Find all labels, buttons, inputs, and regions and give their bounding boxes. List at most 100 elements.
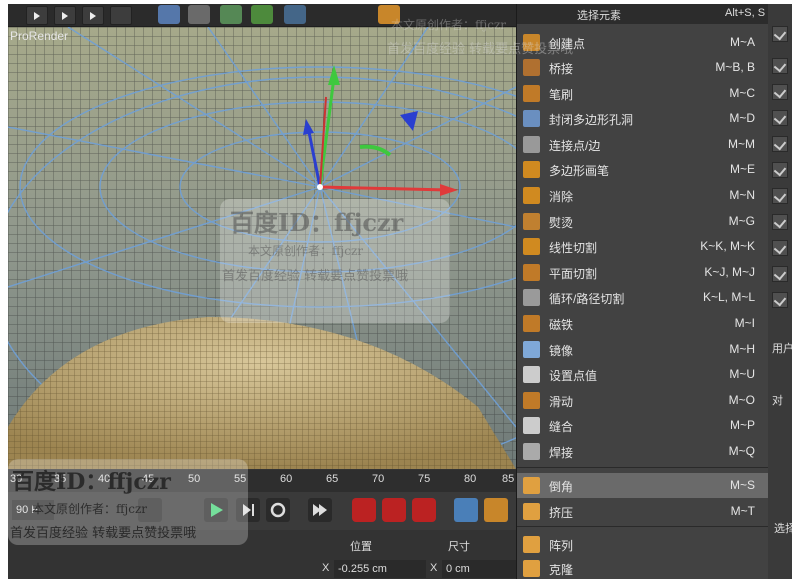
menu-item-label: 平面切割 <box>549 265 597 282</box>
menu-item-plane-cut[interactable]: 平面切割 K~J, M~J <box>517 260 769 285</box>
menu-item-label: 桥接 <box>549 60 573 77</box>
x-label: X <box>322 562 329 574</box>
checkbox-icon[interactable] <box>772 188 788 204</box>
render-settings-icon[interactable] <box>110 6 132 25</box>
menu-item-shortcut: M~N <box>729 188 755 202</box>
checkbox-icon[interactable] <box>772 136 788 152</box>
checkbox-icon[interactable] <box>772 214 788 230</box>
close-hole-icon <box>523 110 540 127</box>
render-icon[interactable] <box>82 6 104 25</box>
menu-item-shortcut: M~O <box>729 393 755 407</box>
side-label-user: 用户 <box>772 340 792 356</box>
menu-item-shortcut: M~B, B <box>715 60 755 74</box>
menu-item-shortcut: K~K, M~K <box>700 239 755 253</box>
menu-item-magnet[interactable]: 磁铁 M~I <box>517 311 769 336</box>
auto-key-icon[interactable] <box>382 498 406 522</box>
checkbox-icon[interactable] <box>772 84 788 100</box>
menu-item-label: 笔刷 <box>549 86 573 103</box>
tick-label: 60 <box>280 473 292 485</box>
menu-item-label: 挤压 <box>549 504 573 521</box>
menu-item-label: 创建点 <box>549 35 585 52</box>
extrude-icon <box>523 503 540 520</box>
menu-item-shortcut: K~J, M~J <box>704 265 755 279</box>
menu-separator <box>517 467 769 468</box>
checkbox-icon[interactable] <box>772 58 788 74</box>
viewport-title: ProRender <box>10 29 68 43</box>
menu-item-slide[interactable]: 滑动 M~O <box>517 388 769 413</box>
menu-header-shortcut: Alt+S, S <box>725 7 765 19</box>
menu-header-row[interactable]: 选择元素 Alt+S, S <box>517 4 769 24</box>
menu-item-label: 倒角 <box>549 478 573 495</box>
menu-item-set-point-value[interactable]: 设置点值 M~U <box>517 362 769 387</box>
loop-icon[interactable] <box>266 498 290 522</box>
size-x-field[interactable]: 0 cm <box>442 560 516 578</box>
menu-item-bridge[interactable]: 桥接 M~B, B <box>517 55 769 80</box>
menu-item-clone[interactable]: 克隆 <box>517 556 769 579</box>
scale-key-icon[interactable] <box>484 498 508 522</box>
cube-icon[interactable] <box>158 5 180 24</box>
menu-item-shortcut: M~I <box>735 316 755 330</box>
menu-item-shortcut: M~T <box>731 504 755 518</box>
menu-item-shortcut: M~P <box>730 418 755 432</box>
checkbox-icon[interactable] <box>772 110 788 126</box>
menu-item-brush[interactable]: 笔刷 M~C <box>517 81 769 106</box>
move-key-icon[interactable] <box>454 498 478 522</box>
tick-label: 75 <box>418 473 430 485</box>
menu-item-label: 消除 <box>549 188 573 205</box>
menu-item-polygon-pen[interactable]: 多边形画笔 M~E <box>517 157 769 182</box>
checkbox-icon[interactable] <box>772 292 788 308</box>
size-header: 尺寸 <box>448 538 470 554</box>
menu-header-label: 选择元素 <box>577 7 621 23</box>
menu-item-shortcut: M~D <box>729 111 755 125</box>
checkbox-icon[interactable] <box>772 240 788 256</box>
menu-item-loop-cut[interactable]: 循环/路径切割 K~L, M~L <box>517 285 769 310</box>
magnet-icon <box>523 315 540 332</box>
tick-label: 85 <box>502 473 514 485</box>
menu-item-dissolve[interactable]: 消除 M~N <box>517 183 769 208</box>
subdivision-icon[interactable] <box>220 5 242 24</box>
menu-item-label: 连接点/边 <box>549 137 600 154</box>
menu-item-label: 克隆 <box>549 561 573 578</box>
slide-icon <box>523 392 540 409</box>
checkbox-icon[interactable] <box>772 26 788 42</box>
menu-item-mirror[interactable]: 镜像 M~H <box>517 337 769 362</box>
menu-item-connect[interactable]: 连接点/边 M~M <box>517 132 769 157</box>
clone-icon <box>523 560 540 577</box>
menu-item-iron[interactable]: 熨烫 M~G <box>517 209 769 234</box>
menu-item-label: 多边形画笔 <box>549 162 609 179</box>
position-x-field[interactable]: -0.255 cm <box>334 560 426 578</box>
menu-item-create-point[interactable]: 创建点 M~A <box>517 30 769 55</box>
menu-item-label: 滑动 <box>549 393 573 410</box>
plane-cut-icon <box>523 264 540 281</box>
record-key-icon[interactable] <box>352 498 376 522</box>
generator-icon[interactable] <box>251 5 273 24</box>
watermark-panel <box>220 199 450 323</box>
deformer-icon[interactable] <box>284 5 306 24</box>
3d-viewport[interactable]: ProRender <box>8 27 516 469</box>
top-toolbar <box>8 4 516 27</box>
checkbox-icon[interactable] <box>772 162 788 178</box>
menu-item-label: 熨烫 <box>549 214 573 231</box>
render-view-icon[interactable] <box>54 6 76 25</box>
bridge-icon <box>523 59 540 76</box>
checkbox-icon[interactable] <box>772 266 788 282</box>
menu-item-close-hole[interactable]: 封闭多边形孔洞 M~D <box>517 106 769 131</box>
bevel-icon <box>523 477 540 494</box>
goto-end-icon[interactable] <box>308 498 332 522</box>
menu-item-label: 封闭多边形孔洞 <box>549 111 633 128</box>
size-x-label: X <box>430 562 437 574</box>
menu-item-knife[interactable]: 线性切割 K~K, M~K <box>517 234 769 259</box>
play-icon[interactable] <box>26 6 48 25</box>
create-point-icon <box>523 34 540 51</box>
mesh-context-menu: 选择元素 Alt+S, S 创建点 M~A 桥接 M~B, B 笔刷 M~C 封… <box>516 4 769 579</box>
menu-item-shortcut: M~G <box>729 214 755 228</box>
side-label-object[interactable]: 对 <box>772 392 783 408</box>
menu-item-extrude[interactable]: 挤压 M~T <box>517 499 769 524</box>
light-icon[interactable] <box>378 5 400 24</box>
keyframe-selection-icon[interactable] <box>412 498 436 522</box>
menu-item-bevel[interactable]: 倒角 M~S <box>517 473 769 498</box>
menu-item-array[interactable]: 阵列 <box>517 532 769 557</box>
menu-item-weld[interactable]: 焊接 M~Q <box>517 439 769 464</box>
pen-icon[interactable] <box>188 5 210 24</box>
menu-item-stitch[interactable]: 缝合 M~P <box>517 413 769 438</box>
